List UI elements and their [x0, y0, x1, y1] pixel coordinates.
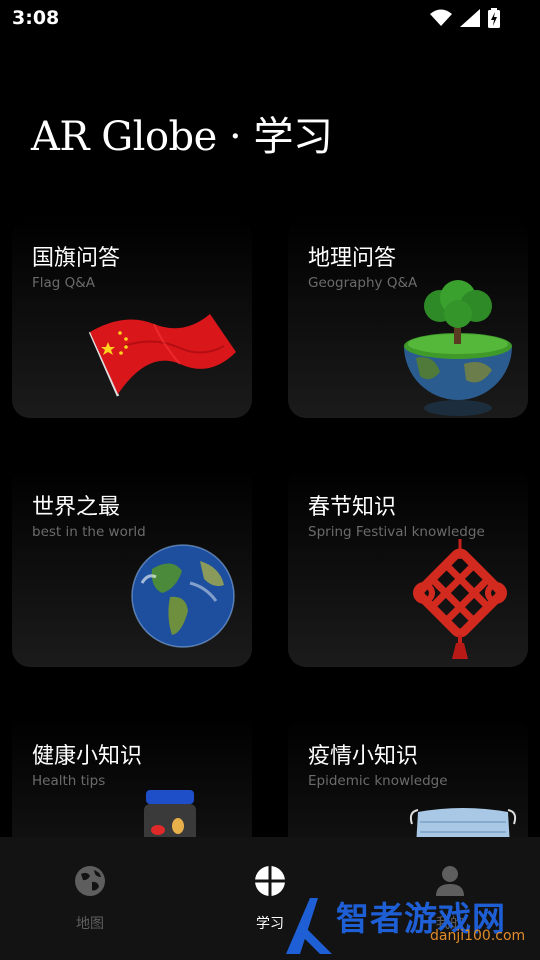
status-time: 3:08	[12, 7, 60, 29]
flag-icon	[88, 314, 236, 397]
card-subtitle: Epidemic knowledge	[308, 773, 448, 789]
card-flag-quiz[interactable]: 国旗问答 Flag Q&A	[12, 218, 252, 418]
card-subtitle: Spring Festival knowledge	[308, 524, 485, 540]
card-subtitle: Health tips	[32, 773, 106, 789]
card-geography-quiz[interactable]: 地理问答 Geography Q&A	[288, 218, 528, 418]
watermark-url: danji100.com	[430, 928, 526, 944]
watermark-logo-icon	[286, 898, 332, 954]
card-title: 春节知识	[308, 495, 397, 520]
status-icons	[430, 8, 500, 28]
card-title: 世界之最	[32, 495, 121, 520]
signal-icon	[460, 9, 480, 27]
chinese-knot-icon	[413, 539, 507, 659]
globe-icon	[75, 866, 105, 896]
card-title: 疫情小知识	[308, 744, 419, 769]
card-best-in-world[interactable]: 世界之最 best in the world	[12, 467, 252, 667]
card-title: 健康小知识	[32, 744, 143, 769]
medicine-bottle-icon	[144, 790, 196, 840]
card-title: 地理问答	[308, 246, 397, 271]
tab-label: 地图	[76, 916, 104, 932]
card-subtitle: best in the world	[32, 524, 146, 540]
status-bar: 3:08	[0, 0, 540, 38]
battery-icon	[488, 8, 500, 28]
card-spring-festival[interactable]: 春节知识 Spring Festival knowledge	[288, 467, 528, 667]
tree-on-earth-icon	[404, 280, 512, 416]
tab-map[interactable]: 地图	[30, 837, 150, 960]
card-title: 国旗问答	[32, 246, 121, 271]
watermark: 智者游戏网 danji100.com	[280, 888, 540, 960]
page-title: AR Globe · 学习	[31, 114, 333, 160]
globe-icon	[131, 544, 235, 648]
card-subtitle: Flag Q&A	[32, 275, 96, 291]
wifi-icon	[430, 9, 452, 26]
